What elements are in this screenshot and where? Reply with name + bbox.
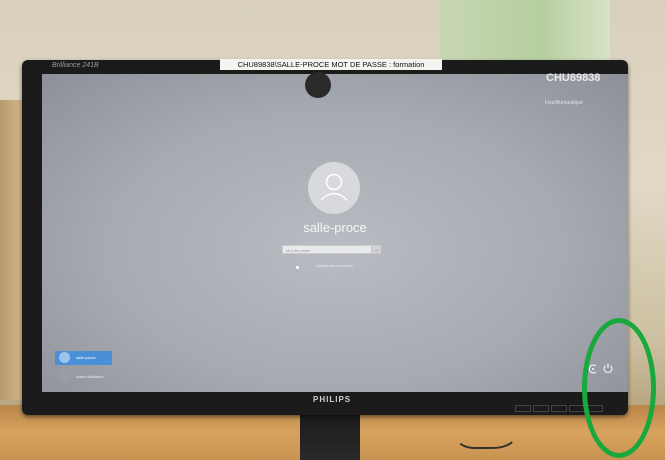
sign-in-options-link[interactable]: Options de connexion [316,264,353,268]
monitor-brand: PHILIPS [313,395,352,404]
monitor-brand-top: Brilliance 241B [52,62,99,69]
credentials-sticker: CHU89838\SALLE-PROCE MOT DE PASSE : form… [220,59,442,70]
submit-arrow-button[interactable]: → [372,245,381,254]
user-avatar [308,162,360,214]
other-user-label[interactable]: Autre utilisateur [76,374,104,379]
shelf [0,100,22,400]
highlight-circle [582,318,656,458]
user-tile-label: salle-proce [76,355,96,360]
organization-logo [305,72,331,98]
service-label: Fixe/Bureautique [545,100,583,106]
password-field[interactable]: Mot de passe [282,245,372,254]
other-user-avatar-icon[interactable] [59,371,70,382]
cursor-dot [296,266,299,269]
user-name: salle-proce [303,220,367,235]
user-icon [320,173,348,201]
user-tile-avatar-icon [59,352,70,363]
pc-name: CHU89838 [546,72,601,84]
monitor-stand [300,412,360,460]
